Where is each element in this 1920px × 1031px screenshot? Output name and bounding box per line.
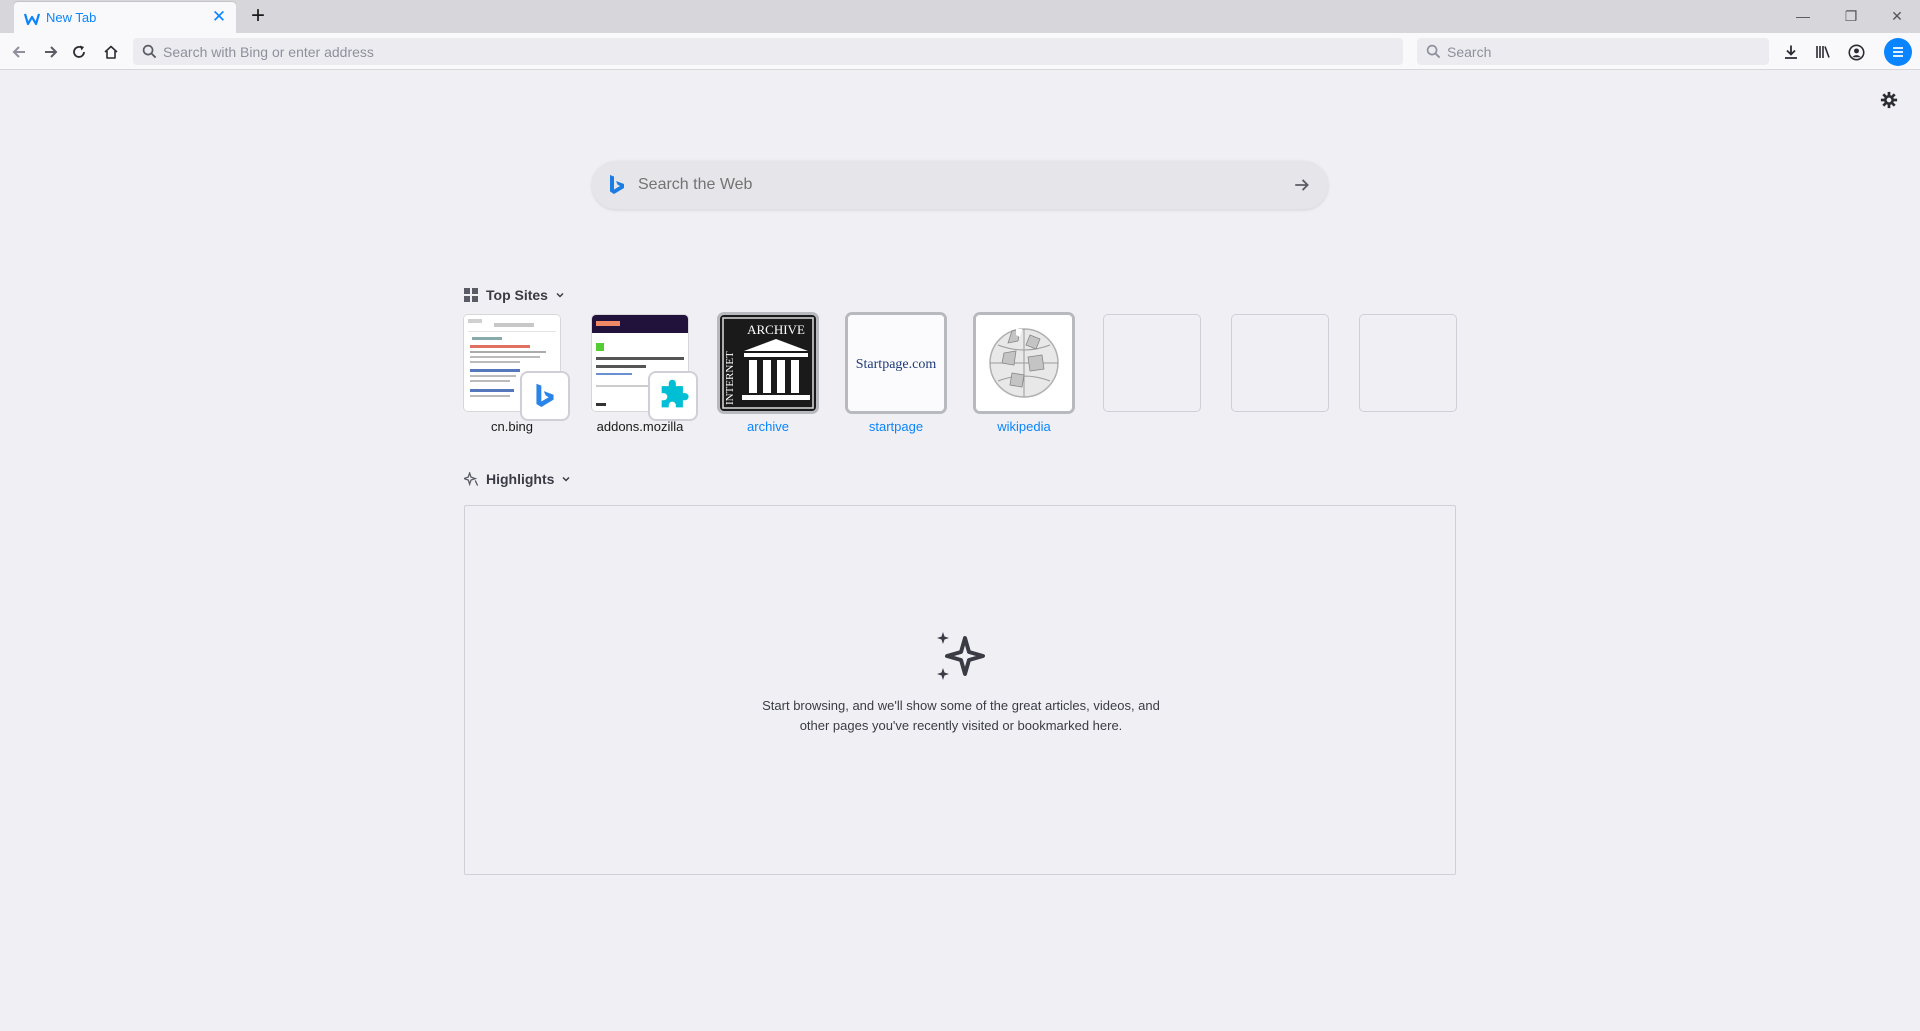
- tab-title: New Tab: [46, 10, 97, 25]
- startpage-logo-text: Startpage.com: [856, 357, 937, 372]
- search-bar[interactable]: [1417, 38, 1769, 65]
- home-button[interactable]: [98, 39, 124, 65]
- empty-tile: [1232, 315, 1328, 411]
- highlights-header[interactable]: Highlights: [464, 469, 571, 489]
- top-sites-title: Top Sites: [486, 287, 548, 303]
- download-icon: [1785, 45, 1797, 59]
- reload-icon: [73, 45, 85, 58]
- puzzle-icon: [650, 373, 696, 419]
- top-site-startpage[interactable]: Startpage.com startpage: [848, 315, 948, 439]
- top-site-empty[interactable]: [1360, 315, 1460, 439]
- navigation-toolbar: [0, 33, 1920, 70]
- url-input[interactable]: [163, 38, 1393, 65]
- top-site-cn-bing[interactable]: cn.bing: [464, 315, 568, 439]
- chevron-down-icon: [555, 290, 565, 300]
- archive-logo-text: ARCHIVE: [747, 322, 805, 337]
- highlights-empty-message: Start browsing, and we'll show some of t…: [762, 698, 1160, 733]
- wikipedia-globe-icon: [976, 315, 1072, 411]
- top-site-label: wikipedia: [997, 419, 1051, 434]
- top-site-label: archive: [747, 419, 789, 434]
- arrow-right-icon: [1295, 179, 1309, 191]
- highlights-title: Highlights: [486, 471, 555, 487]
- personalize-button[interactable]: [1878, 89, 1900, 111]
- chevron-down-icon: [561, 474, 571, 484]
- top-sites-header[interactable]: Top Sites: [464, 285, 565, 305]
- empty-tile: [1104, 315, 1200, 411]
- bing-logo-icon: [610, 175, 624, 194]
- window-close-button[interactable]: ✕: [1874, 0, 1920, 33]
- top-sites-grid: cn.bing addons.mozilla ARCHIVE INTERNET …: [464, 315, 1456, 445]
- menu-button[interactable]: [1884, 38, 1912, 66]
- empty-tile: [1360, 315, 1456, 411]
- top-site-wikipedia[interactable]: wikipedia: [976, 315, 1076, 439]
- web-search-box[interactable]: [592, 161, 1328, 209]
- bing-icon: [522, 373, 568, 419]
- tab-new-tab[interactable]: New Tab ✕: [14, 2, 236, 33]
- forward-arrow-icon: [45, 46, 58, 58]
- internet-archive-logo: ARCHIVE INTERNET: [720, 315, 816, 411]
- url-bar[interactable]: [133, 38, 1403, 65]
- startpage-logo: Startpage.com: [848, 315, 944, 411]
- browser-logo-icon: [24, 13, 40, 26]
- home-icon: [104, 45, 118, 59]
- top-site-empty[interactable]: [1104, 315, 1204, 439]
- archive-logo-side-text: INTERNET: [724, 351, 736, 405]
- minimize-button[interactable]: —: [1780, 0, 1826, 33]
- top-site-label: cn.bing: [491, 419, 533, 434]
- gear-icon: [1880, 91, 1898, 109]
- forward-button[interactable]: [38, 39, 64, 65]
- library-button[interactable]: [1810, 39, 1836, 65]
- search-icon: [142, 44, 157, 59]
- library-icon: [1816, 46, 1830, 58]
- account-icon: [1847, 43, 1865, 61]
- highlights-icon: [464, 471, 480, 487]
- search-input[interactable]: [1447, 38, 1757, 65]
- grid-icon: [464, 287, 480, 303]
- top-site-empty[interactable]: [1232, 315, 1332, 439]
- search-icon: [1426, 44, 1441, 59]
- tab-strip: New Tab ✕ + — ❐ ✕: [0, 0, 1920, 33]
- account-button[interactable]: [1843, 39, 1869, 65]
- highlights-empty-state: Start browsing, and we'll show some of t…: [464, 505, 1456, 875]
- web-search-input[interactable]: [638, 161, 1258, 209]
- hamburger-menu-icon: [1893, 47, 1903, 57]
- downloads-button[interactable]: [1778, 39, 1804, 65]
- back-arrow-icon: [12, 46, 25, 58]
- top-site-addons-mozilla[interactable]: addons.mozilla: [592, 315, 696, 439]
- top-site-label: startpage: [868, 419, 924, 434]
- top-site-label: addons.mozilla: [596, 419, 684, 434]
- sparkle-icon: [937, 632, 985, 680]
- close-icon[interactable]: ✕: [210, 8, 228, 26]
- restore-button[interactable]: ❐: [1828, 0, 1874, 33]
- new-tab-button[interactable]: +: [246, 4, 270, 29]
- top-site-archive[interactable]: ARCHIVE INTERNET archive: [720, 315, 820, 439]
- reload-button[interactable]: [66, 39, 92, 65]
- new-tab-page: Top Sites: [0, 71, 1920, 1031]
- search-submit-button[interactable]: [1290, 173, 1314, 197]
- back-button[interactable]: [6, 39, 32, 65]
